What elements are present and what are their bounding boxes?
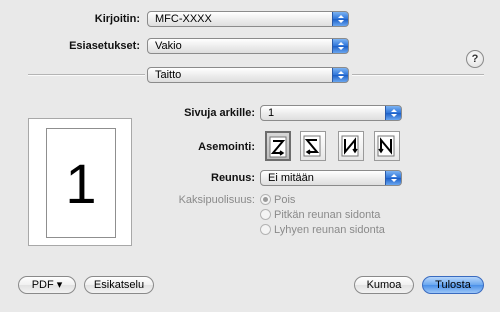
popup-arrows-icon	[332, 68, 348, 82]
presets-label: Esiasetukset:	[69, 40, 140, 52]
layout-n-button[interactable]	[338, 131, 364, 161]
popup-arrows-icon	[385, 106, 401, 120]
popup-arrows-icon	[332, 39, 348, 53]
layout-z-button[interactable]	[265, 131, 291, 161]
two-sided-option-label: Lyhyen reunan sidonta	[274, 224, 385, 236]
two-sided-option-off[interactable]: Pois	[260, 194, 295, 208]
help-button[interactable]: ?	[466, 50, 484, 68]
preview-button[interactable]: Esikatselu	[84, 276, 154, 294]
border-popup[interactable]: Ei mitään	[260, 170, 402, 186]
section-popup[interactable]: Taitto	[147, 67, 349, 83]
printer-popup[interactable]: MFC-XXXX	[147, 11, 349, 27]
border-label: Reunus:	[211, 172, 255, 184]
reverse-n-direction-icon	[377, 135, 395, 157]
two-sided-option-long-edge[interactable]: Pitkän reunan sidonta	[260, 209, 380, 223]
presets-popup[interactable]: Vakio	[147, 38, 349, 54]
pages-per-sheet-value: 1	[268, 107, 275, 119]
print-button[interactable]: Tulosta	[422, 276, 484, 294]
pages-per-sheet-popup[interactable]: 1	[260, 105, 402, 121]
pages-per-sheet-label: Sivuja arkille:	[184, 107, 255, 119]
presets-value: Vakio	[155, 40, 182, 52]
section-value: Taitto	[155, 69, 182, 81]
two-sided-option-label: Pois	[274, 194, 296, 206]
preview-page: 1	[46, 128, 116, 238]
pdf-button[interactable]: PDF ▾	[18, 276, 76, 294]
layout-reverse-z-button[interactable]	[300, 131, 326, 161]
layout-direction-label: Asemointi:	[198, 141, 255, 153]
two-sided-option-short-edge[interactable]: Lyhyen reunan sidonta	[260, 224, 385, 238]
section-separator-left	[28, 74, 145, 76]
layout-preview: 1	[28, 118, 132, 246]
border-value: Ei mitään	[268, 172, 314, 184]
radio-icon	[260, 224, 271, 235]
layout-reverse-n-button[interactable]	[374, 131, 400, 161]
printer-value: MFC-XXXX	[155, 13, 212, 25]
preview-page-number: 1	[65, 152, 97, 215]
radio-icon	[260, 194, 271, 205]
popup-arrows-icon	[332, 12, 348, 26]
n-direction-icon	[341, 135, 359, 157]
two-sided-label: Kaksipuolisuus:	[178, 194, 255, 206]
popup-arrows-icon	[385, 171, 401, 185]
two-sided-option-label: Pitkän reunan sidonta	[274, 209, 381, 221]
cancel-button[interactable]: Kumoa	[354, 276, 414, 294]
reverse-z-direction-icon	[303, 135, 321, 157]
section-separator-right	[352, 74, 484, 76]
printer-label: Kirjoitin:	[94, 13, 140, 25]
radio-icon	[260, 209, 271, 220]
z-direction-icon	[269, 136, 287, 158]
